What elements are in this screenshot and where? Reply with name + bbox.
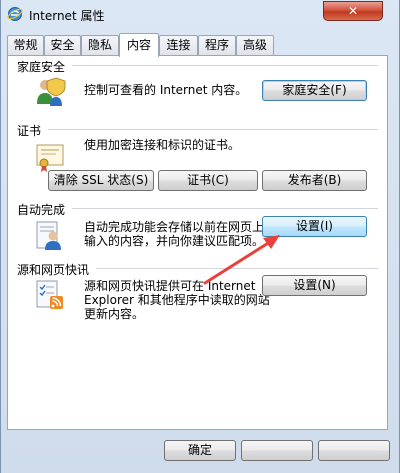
tab-general[interactable]: 常规 xyxy=(7,35,44,55)
cancel-button[interactable] xyxy=(241,440,313,461)
section-divider xyxy=(96,268,378,269)
feeds-settings-label: 设置(N) xyxy=(293,278,336,292)
certificates-button[interactable]: 证书(C) xyxy=(158,170,258,191)
feeds-heading: 源和网页快讯 xyxy=(17,261,94,278)
certificate-icon xyxy=(34,141,66,173)
content-tab-panel: 家庭安全 控制可查看的 Internet 内容。 家庭安全(F) 证书 使用加密… xyxy=(7,55,388,430)
family-safety-button[interactable]: 家庭安全(F) xyxy=(262,80,367,101)
family-safety-heading: 家庭安全 xyxy=(17,58,70,75)
tab-content[interactable]: 内容 xyxy=(119,33,159,57)
close-button[interactable]: ✕ xyxy=(323,1,383,21)
close-icon: ✕ xyxy=(347,4,359,18)
feeds-description-line1: 源和网页快讯提供可在 Internet xyxy=(84,279,256,293)
apply-button[interactable] xyxy=(318,440,390,461)
autocomplete-settings-label: 设置(I) xyxy=(296,219,333,233)
certificates-description: 使用加密连接和标识的证书。 xyxy=(84,138,241,152)
publishers-button-label: 发布者(B) xyxy=(287,173,342,187)
clear-ssl-state-label: 清除 SSL 状态(S) xyxy=(53,173,149,187)
section-divider xyxy=(48,129,378,130)
tab-connections[interactable]: 连接 xyxy=(159,35,198,55)
feeds-description-line2: Explorer 和其他程序中读取的网站 xyxy=(84,293,270,307)
title-bar[interactable]: Internet 属性 ✕ xyxy=(1,0,400,30)
tab-advanced[interactable]: 高级 xyxy=(236,35,274,55)
autocomplete-description-line1: 自动完成功能会存储以前在网页上 xyxy=(84,220,265,234)
publishers-button[interactable]: 发布者(B) xyxy=(262,170,367,191)
feeds-settings-button[interactable]: 设置(N) xyxy=(262,275,367,296)
window-title: Internet 属性 xyxy=(29,9,105,23)
autocomplete-icon xyxy=(34,219,66,251)
section-divider xyxy=(72,208,378,209)
autocomplete-heading: 自动完成 xyxy=(17,201,70,218)
autocomplete-description-line2: 输入的内容，并向你建议匹配项。 xyxy=(84,234,265,248)
certificates-heading: 证书 xyxy=(17,122,46,139)
clear-ssl-state-button[interactable]: 清除 SSL 状态(S) xyxy=(48,170,154,191)
autocomplete-settings-button[interactable]: 设置(I) xyxy=(262,216,367,237)
tab-privacy[interactable]: 隐私 xyxy=(81,35,119,55)
ok-button-label: 确定 xyxy=(187,443,212,457)
tab-programs[interactable]: 程序 xyxy=(198,35,236,55)
feeds-description-line3: 更新内容。 xyxy=(84,307,145,321)
internet-explorer-icon xyxy=(7,6,23,22)
certificates-button-label: 证书(C) xyxy=(187,173,229,187)
feeds-icon xyxy=(34,279,66,311)
family-safety-icon xyxy=(34,76,66,108)
family-safety-description: 控制可查看的 Internet 内容。 xyxy=(84,83,248,97)
ok-button[interactable]: 确定 xyxy=(164,440,236,461)
family-safety-button-label: 家庭安全(F) xyxy=(282,83,347,97)
internet-options-window: Internet 属性 ✕ 常规 安全 隐私 内容 连接 程序 高级 家庭安全 … xyxy=(0,0,400,473)
section-divider xyxy=(72,65,378,66)
tab-security[interactable]: 安全 xyxy=(44,35,81,55)
